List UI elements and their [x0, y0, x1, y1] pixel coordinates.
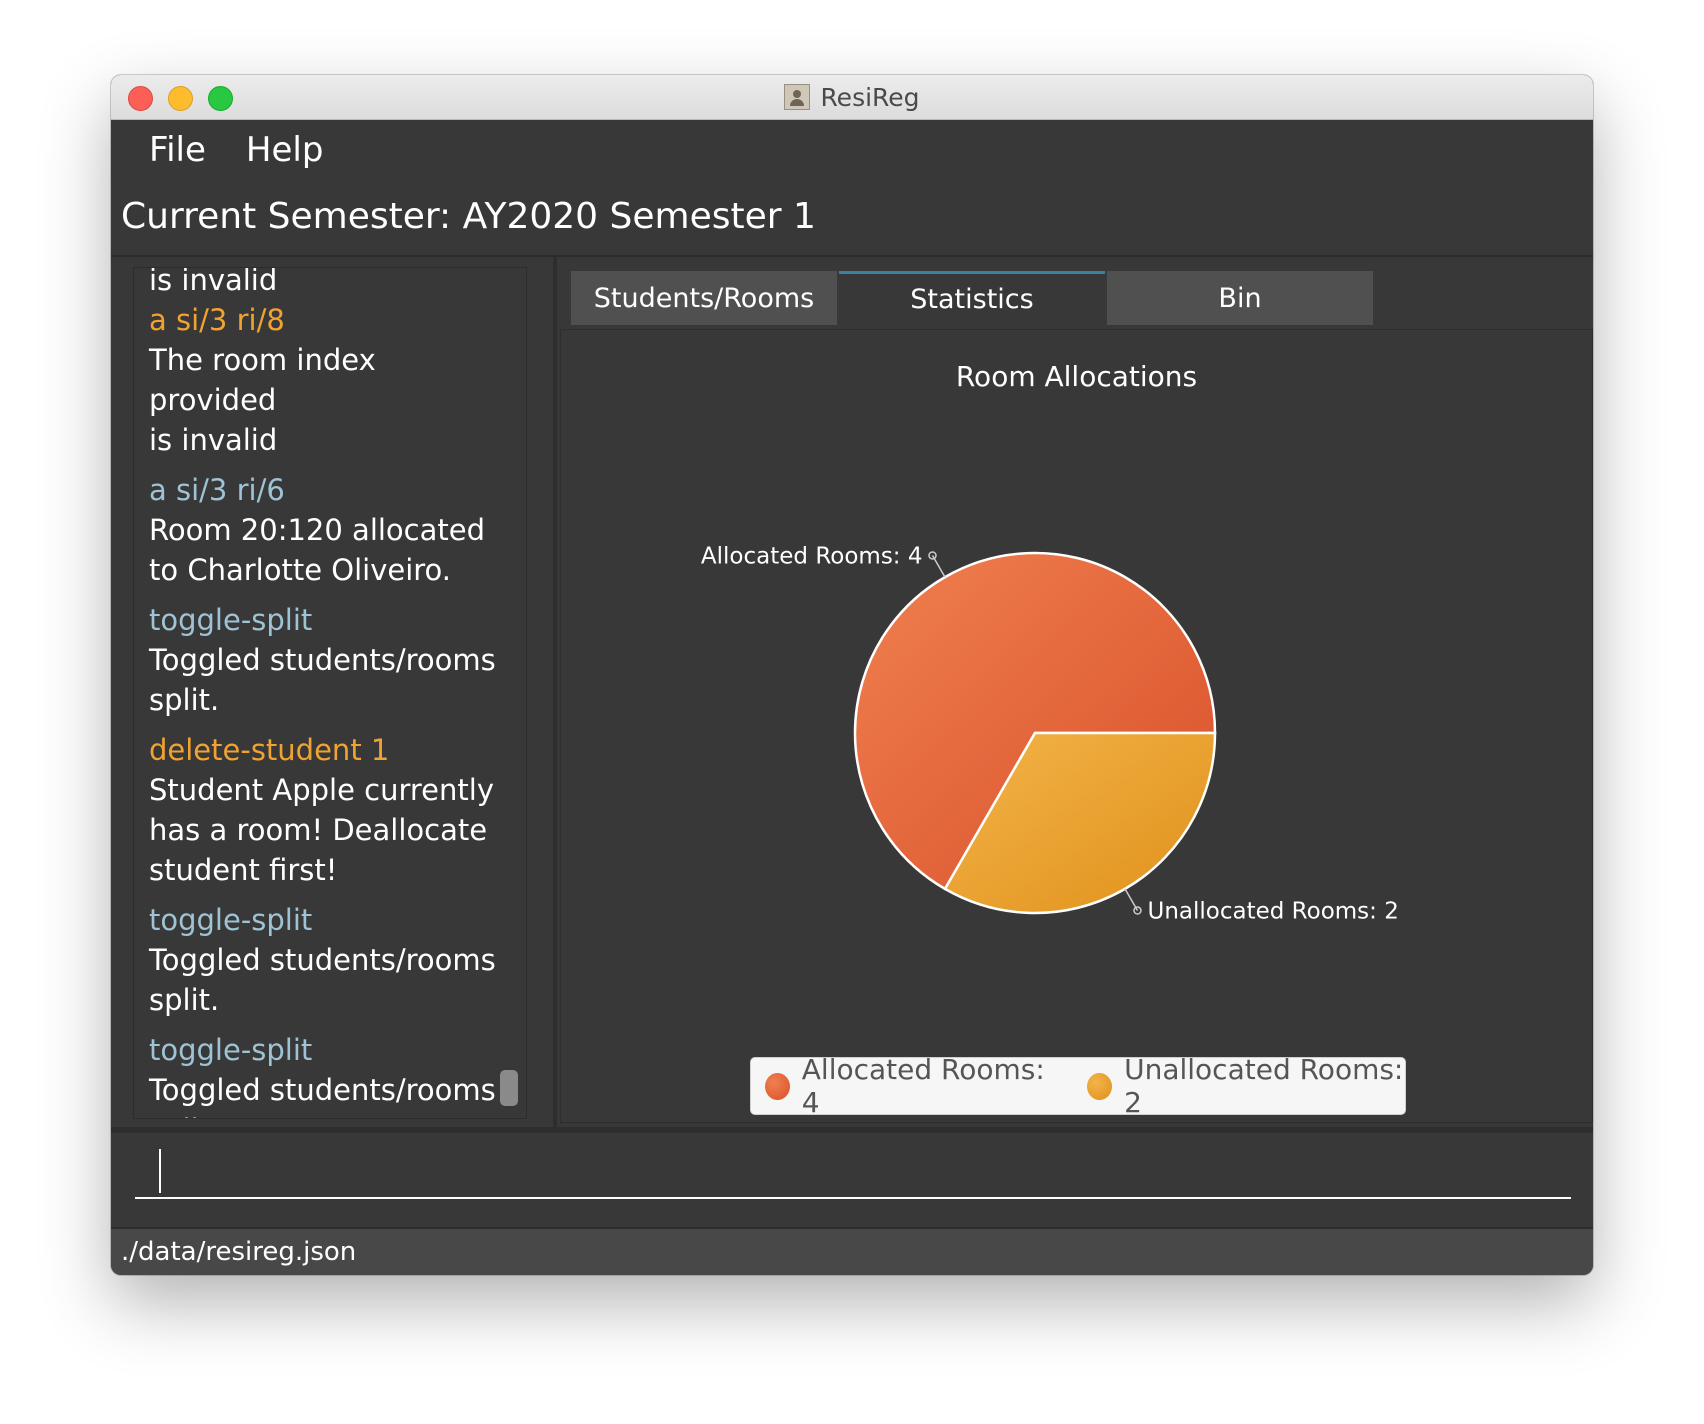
app-window: ResiReg File Help Current Semester: AY20…	[111, 75, 1593, 1275]
history-result-line: to Charlotte Oliveiro.	[149, 553, 451, 587]
status-bar: ./data/resireg.json	[111, 1227, 1593, 1275]
text-caret	[159, 1149, 161, 1193]
history-entry: delete-student 1 Student Apple currently h…	[149, 730, 499, 890]
tab-statistics[interactable]: Statistics	[839, 271, 1105, 325]
history-partial-result: is invalid	[149, 267, 278, 297]
history-result-line: Student Apple currently	[149, 773, 494, 807]
history-command: delete-student 1	[149, 733, 390, 767]
history-entry: toggle-split Toggled students/rooms split.	[149, 900, 499, 1020]
legend-swatch-allocated	[765, 1072, 790, 1100]
history-entry: a si/3 ri/8 The room index provided is inv…	[149, 300, 499, 460]
tab-bar: Students/Rooms Statistics Bin	[571, 271, 1373, 325]
legend-label-allocated: Allocated Rooms: 4	[801, 1053, 1045, 1119]
command-history-list: is invalid a si/3 ri/8 The room index pro…	[149, 267, 499, 1118]
history-result-line: Toggled students/rooms	[149, 643, 496, 677]
legend-swatch-unallocated	[1087, 1072, 1113, 1100]
history-result-line: student first!	[149, 853, 338, 887]
command-history-panel[interactable]: is invalid a si/3 ri/8 The room index pro…	[133, 267, 527, 1119]
pie-label-allocated: Allocated Rooms: 4	[701, 543, 923, 569]
title-bar: ResiReg	[111, 75, 1593, 120]
legend-item-unallocated: Unallocated Rooms: 2	[1087, 1053, 1405, 1119]
history-command: a si/3 ri/8	[149, 303, 285, 337]
history-result-line: Toggled students/rooms	[149, 1073, 496, 1107]
statistics-panel: Room Allocations Allocated Rooms: 4 Unall…	[560, 329, 1593, 1123]
menu-bar: File Help	[111, 119, 1593, 181]
legend-label-unallocated: Unallocated Rooms: 2	[1124, 1053, 1404, 1119]
history-result-line: split.	[149, 1110, 499, 1118]
divider	[111, 1127, 1593, 1133]
tab-bin[interactable]: Bin	[1107, 271, 1373, 325]
divider	[111, 255, 1593, 257]
history-command: toggle-split	[149, 903, 313, 937]
history-scrollbar-thumb[interactable]	[500, 1070, 518, 1106]
history-entry: toggle-split Toggled students/rooms split.	[149, 1030, 499, 1118]
history-result-line: Toggled students/rooms	[149, 943, 496, 977]
command-input[interactable]	[135, 1147, 1571, 1199]
history-result-line: The room index provided	[149, 343, 376, 417]
tab-students-rooms[interactable]: Students/Rooms	[571, 271, 837, 325]
history-result-line: is invalid	[149, 423, 278, 457]
history-result-line: Room 20:120 allocated	[149, 513, 486, 547]
pie-label-anchor	[928, 551, 937, 560]
window-title-group: ResiReg	[111, 75, 1593, 119]
window-title: ResiReg	[820, 82, 920, 112]
history-command: toggle-split	[149, 1033, 313, 1067]
history-entry: toggle-split Toggled students/rooms split.	[149, 600, 499, 720]
pie-chart: Allocated Rooms: 4 Unallocated Rooms: 2	[701, 543, 1399, 925]
person-portrait-icon	[784, 84, 811, 110]
history-entry: a si/3 ri/6 Room 20:120 allocated to Charl…	[149, 470, 499, 590]
history-result-line: has a room! Deallocate	[149, 813, 488, 847]
menu-file[interactable]: File	[149, 130, 206, 170]
legend-item-allocated: Allocated Rooms: 4	[765, 1053, 1049, 1119]
history-result-line: split.	[149, 683, 220, 717]
history-command: toggle-split	[149, 603, 313, 637]
menu-help[interactable]: Help	[246, 130, 324, 170]
history-command: a si/3 ri/6	[149, 473, 285, 507]
current-semester-label: Current Semester: AY2020 Semester 1	[121, 196, 816, 237]
pie-label-unallocated: Unallocated Rooms: 2	[1148, 899, 1399, 925]
chart-legend: Allocated Rooms: 4 Unallocated Rooms: 2	[750, 1053, 1406, 1119]
split-divider[interactable]	[553, 257, 557, 1127]
history-result-line: split.	[149, 983, 220, 1017]
data-file-path: ./data/resireg.json	[121, 1237, 357, 1267]
